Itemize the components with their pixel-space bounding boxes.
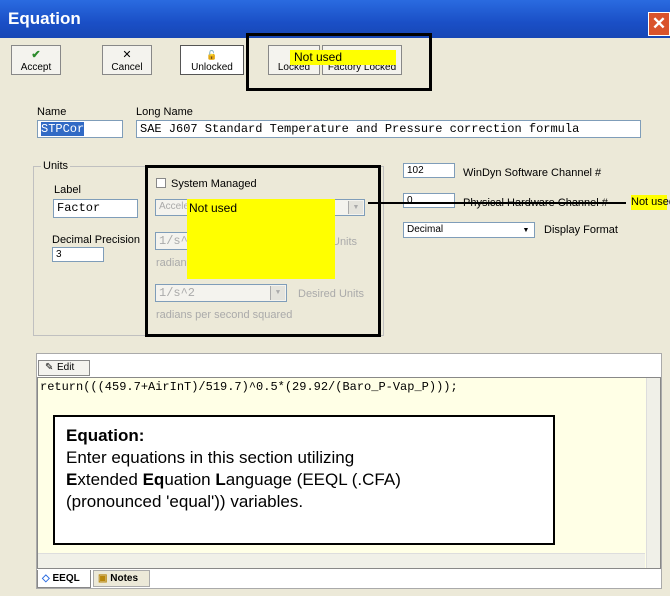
unlocked-icon: 🔓 [206, 50, 218, 60]
note-title: Equation: [66, 426, 145, 445]
tab-notes[interactable]: ▣ Notes [93, 570, 150, 587]
hardware-not-used-callout: Not used [631, 195, 670, 210]
unlocked-button[interactable]: 🔓 Unlocked [180, 45, 244, 75]
display-format-label: Display Format [544, 224, 618, 236]
tab-eeql[interactable]: ◇ EEQL [37, 570, 91, 588]
long-name-label: Long Name [136, 106, 193, 118]
long-name-field[interactable]: SAE J607 Standard Temperature and Pressu… [136, 120, 641, 138]
units-label-caption: Label [54, 184, 81, 196]
window-title: Equation [8, 9, 81, 28]
notes-icon: ▣ [98, 573, 108, 584]
checkmark-icon: ✔ [31, 49, 41, 61]
software-channel-field[interactable]: 102 [403, 163, 455, 178]
chevron-down-icon: ▼ [519, 224, 533, 236]
equation-note-box: Equation: Enter equations in this sectio… [53, 415, 555, 545]
hardware-channel-field[interactable]: 0 [403, 193, 455, 208]
x-icon: ✕ [122, 49, 132, 61]
vertical-scrollbar[interactable] [646, 378, 660, 568]
name-field[interactable]: STPCor [37, 120, 123, 138]
display-format-combo[interactable]: Decimal ▼ [403, 222, 535, 238]
note-line-2: Extended Equation Language (EEQL (.CFA) [66, 470, 401, 489]
units-group-label: Units [41, 160, 71, 172]
accept-button[interactable]: ✔ Accept [11, 45, 61, 75]
name-label: Name [37, 106, 67, 118]
pencil-icon: ✎ [45, 362, 54, 373]
decimal-precision-caption: Decimal Precision [52, 234, 141, 246]
equation-code: return(((459.7+AirInT)/519.7)^0.5*(29.92… [40, 380, 458, 394]
close-icon: ✕ [651, 14, 667, 33]
unit-label-field[interactable]: Factor [53, 199, 138, 218]
note-line-3: (pronounced 'equal')) variables. [66, 492, 304, 511]
note-line-1: Enter equations in this section utilizin… [66, 448, 355, 467]
strike-line [368, 202, 626, 204]
decimal-precision-field[interactable]: 3 [52, 247, 104, 262]
horizontal-scrollbar[interactable] [38, 553, 645, 568]
units-not-used-callout: Not used [187, 199, 335, 279]
edit-button[interactable]: ✎ Edit [38, 360, 90, 376]
toolbar-not-used-callout: Not used [290, 50, 396, 65]
cancel-button[interactable]: ✕ Cancel [102, 45, 152, 75]
eeql-icon: ◇ [42, 573, 50, 584]
software-channel-label: WinDyn Software Channel # [463, 167, 602, 179]
close-button[interactable]: ✕ [648, 12, 670, 36]
